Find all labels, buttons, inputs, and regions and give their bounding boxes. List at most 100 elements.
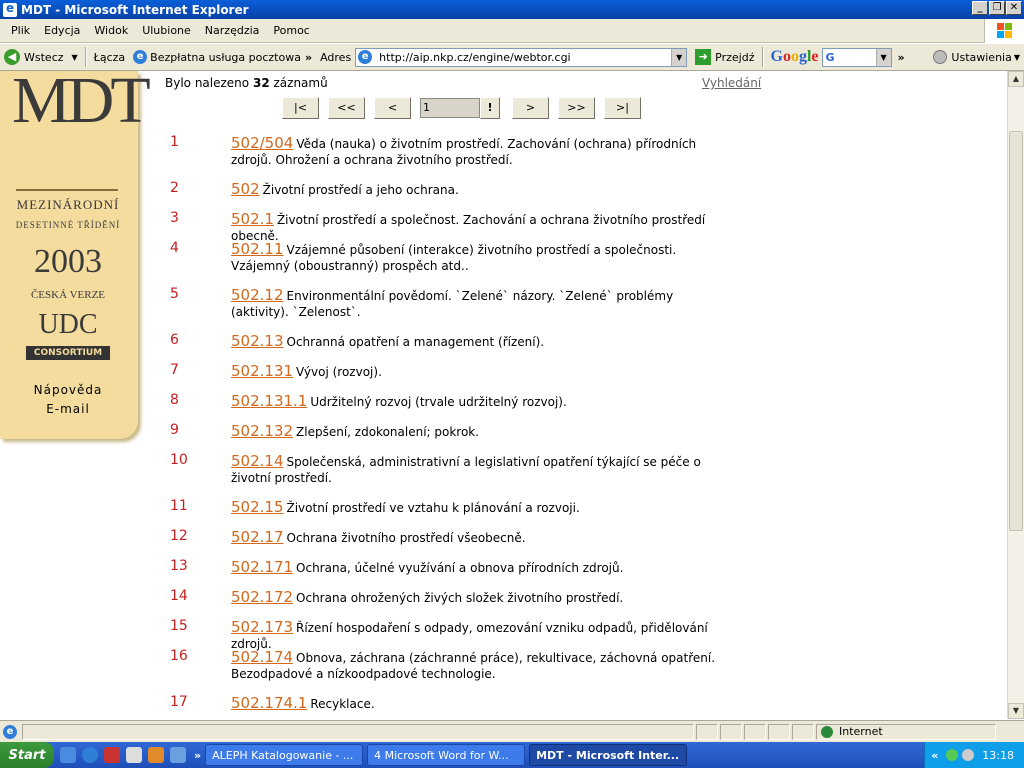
quicklaunch-icon[interactable] bbox=[60, 747, 76, 763]
record-row: 10 502.14 Společenská, administrativní a l… bbox=[170, 452, 730, 486]
task-label: ALEPH Katalogowanie - ... bbox=[212, 748, 354, 762]
record-code-link[interactable]: 502.171 bbox=[231, 558, 293, 576]
google-search-box[interactable]: G ▼ bbox=[821, 47, 892, 67]
scroll-thumb[interactable] bbox=[1009, 131, 1023, 531]
scroll-down-icon[interactable]: ▼ bbox=[1008, 703, 1024, 719]
settings-button[interactable]: Ustawienia ▼ bbox=[929, 50, 1024, 64]
page-go-button[interactable]: ! bbox=[480, 97, 500, 119]
outlook-quicklaunch-icon[interactable] bbox=[104, 747, 120, 763]
record-number: 12 bbox=[170, 528, 188, 544]
record-text: Životní prostředí a společnost. Zachován… bbox=[231, 213, 706, 243]
record-row: 16 502.174 Obnova, záchrana (záchranné prá… bbox=[170, 648, 730, 682]
prev-block-button[interactable]: << bbox=[328, 97, 365, 119]
email-link-sidebar[interactable]: E-mail bbox=[10, 400, 126, 419]
record-row: 2 502 Životní prostředí a jeho ochrana. bbox=[170, 180, 730, 198]
help-link[interactable]: Nápověda bbox=[10, 381, 126, 400]
record-row: 17 502.174.1 Recyklace. bbox=[170, 694, 730, 712]
record-code-link[interactable]: 502.174.1 bbox=[231, 694, 307, 712]
clock: 13:18 bbox=[982, 748, 1014, 762]
page-number-input[interactable]: 1 bbox=[420, 98, 480, 118]
status-page-icon: e bbox=[3, 724, 17, 739]
found-prefix: Bylo nalezeno bbox=[165, 76, 250, 90]
tray-expand-icon[interactable]: « bbox=[931, 749, 938, 762]
zone-label: Internet bbox=[839, 725, 883, 738]
printer-quicklaunch-icon[interactable] bbox=[126, 747, 142, 763]
google-dropdown-icon[interactable]: ▼ bbox=[875, 48, 891, 66]
found-suffix: záznamů bbox=[273, 76, 328, 90]
chevron-more-icon-taskbar[interactable]: » bbox=[194, 749, 201, 762]
record-number: 3 bbox=[170, 210, 179, 226]
record-number: 14 bbox=[170, 588, 188, 604]
status-cell bbox=[720, 723, 742, 740]
address-bar[interactable]: e http://aip.nkp.cz/engine/webtor.cgi ▼ bbox=[355, 47, 688, 67]
record-text: Vzájemné působení (interakce) životního … bbox=[231, 243, 677, 273]
first-page-button[interactable]: |< bbox=[282, 97, 319, 119]
chevron-more-icon[interactable]: » bbox=[305, 51, 312, 64]
system-tray: « 13:18 bbox=[924, 742, 1024, 768]
settings-dropdown-icon[interactable]: ▼ bbox=[1014, 53, 1020, 62]
chevron-more-icon-2[interactable]: » bbox=[898, 51, 905, 64]
record-code-link[interactable]: 502.174 bbox=[231, 648, 293, 666]
maximize-button[interactable]: ❐ bbox=[989, 1, 1005, 15]
tray-icon[interactable] bbox=[962, 749, 975, 761]
links-label[interactable]: Łącza bbox=[90, 51, 130, 64]
minimize-button[interactable]: _ bbox=[972, 1, 988, 15]
address-dropdown-icon[interactable]: ▼ bbox=[671, 48, 687, 66]
tool-quicklaunch-icon[interactable] bbox=[148, 747, 164, 763]
record-row: 13 502.171 Ochrana, účelné využívání a obn… bbox=[170, 558, 730, 576]
record-number: 16 bbox=[170, 648, 188, 664]
record-code-link[interactable]: 502.131 bbox=[231, 362, 293, 380]
record-code-link[interactable]: 502.11 bbox=[231, 240, 284, 258]
record-code-link[interactable]: 502.172 bbox=[231, 588, 293, 606]
next-block-button[interactable]: >> bbox=[558, 97, 595, 119]
taskbar-item-aleph[interactable]: ALEPH Katalogowanie - ... bbox=[205, 744, 364, 766]
go-button[interactable]: ➜ Przejdź bbox=[691, 49, 758, 65]
record-text: Obnova, záchrana (záchranné práce), reku… bbox=[231, 651, 716, 681]
vertical-scrollbar[interactable]: ▲ ▼ bbox=[1007, 71, 1024, 719]
page-icon: e bbox=[358, 50, 373, 64]
last-page-button[interactable]: >| bbox=[604, 97, 641, 119]
menu-file[interactable]: Plik bbox=[4, 24, 37, 37]
status-text bbox=[22, 723, 694, 740]
next-button[interactable]: > bbox=[512, 97, 549, 119]
email-link-label: Bezpłatna usługa pocztowa bbox=[150, 50, 301, 64]
record-code-link[interactable]: 502.12 bbox=[231, 286, 284, 304]
ie-quicklaunch-icon[interactable] bbox=[82, 747, 98, 763]
record-code-link[interactable]: 502.13 bbox=[231, 332, 284, 350]
status-cell bbox=[792, 723, 814, 740]
record-code-link[interactable]: 502.17 bbox=[231, 528, 284, 546]
app-quicklaunch-icon[interactable] bbox=[170, 747, 186, 763]
menu-favorites[interactable]: Ulubione bbox=[135, 24, 198, 37]
email-link[interactable]: e Bezpłatna usługa pocztowa » bbox=[129, 50, 316, 64]
search-link[interactable]: Vyhledání bbox=[702, 76, 761, 90]
task-label: MDT - Microsoft Inter... bbox=[536, 748, 680, 762]
window-controls: _ ❐ ✕ bbox=[972, 1, 1022, 15]
record-code-link[interactable]: 502.132 bbox=[231, 422, 293, 440]
record-code-link[interactable]: 502.15 bbox=[231, 498, 284, 516]
record-code-link[interactable]: 502 bbox=[231, 180, 260, 198]
taskbar-item-ie[interactable]: MDT - Microsoft Inter... bbox=[529, 744, 688, 766]
google-logo: Google bbox=[770, 48, 819, 65]
tray-icon[interactable] bbox=[946, 749, 959, 761]
record-number: 6 bbox=[170, 332, 179, 348]
close-button[interactable]: ✕ bbox=[1006, 1, 1022, 15]
record-code-link[interactable]: 502.1 bbox=[231, 210, 274, 228]
start-button[interactable]: Start bbox=[0, 742, 54, 768]
menu-edit[interactable]: Edycja bbox=[37, 24, 87, 37]
logo-subtitle-2: DESETINNÉ TŘÍDĚNÍ bbox=[15, 220, 121, 230]
prev-button[interactable]: < bbox=[374, 97, 411, 119]
menu-help[interactable]: Pomoc bbox=[266, 24, 316, 37]
menu-view[interactable]: Widok bbox=[87, 24, 135, 37]
record-code-link[interactable]: 502.173 bbox=[231, 618, 293, 636]
back-button[interactable]: ◀ Wstecz ▼ bbox=[0, 49, 82, 65]
record-code-link[interactable]: 502.131.1 bbox=[231, 392, 307, 410]
record-row: 9 502.132 Zlepšení, zdokonalení; pokrok. bbox=[170, 422, 730, 440]
scroll-up-icon[interactable]: ▲ bbox=[1008, 71, 1024, 87]
record-number: 10 bbox=[170, 452, 188, 468]
record-code-link[interactable]: 502/504 bbox=[231, 134, 293, 152]
address-input[interactable]: http://aip.nkp.cz/engine/webtor.cgi bbox=[375, 51, 671, 64]
record-code-link[interactable]: 502.14 bbox=[231, 452, 284, 470]
chevron-down-icon[interactable]: ▼ bbox=[72, 53, 78, 62]
taskbar-item-word[interactable]: 4 Microsoft Word for W... bbox=[367, 744, 526, 766]
menu-tools[interactable]: Narzędzia bbox=[198, 24, 267, 37]
